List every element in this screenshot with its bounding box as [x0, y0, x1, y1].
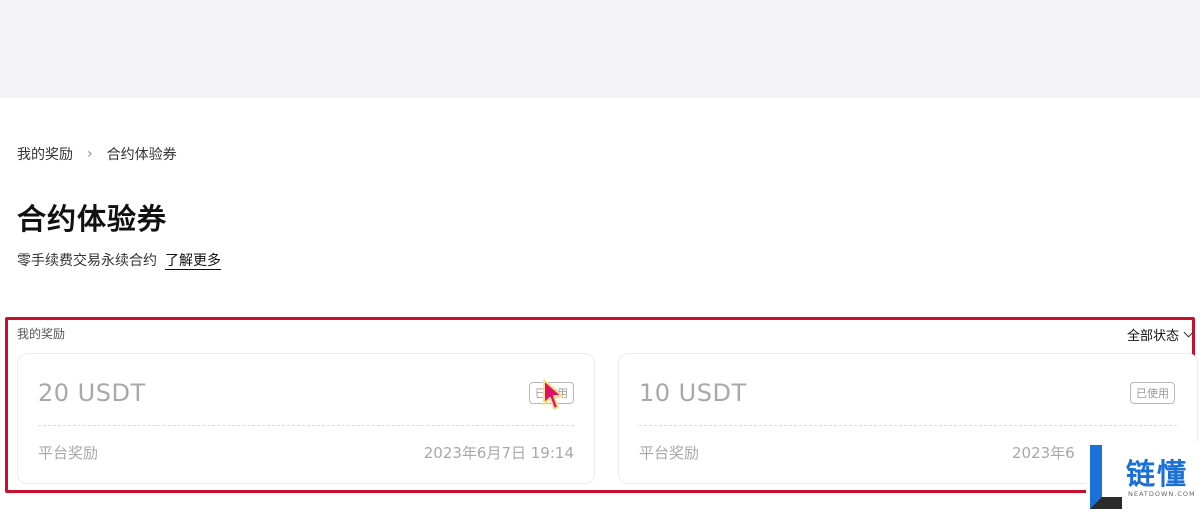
dashed-divider [38, 425, 574, 426]
breadcrumb-current: 合约体验券 [106, 147, 177, 163]
watermark-cn-text: 链懂 [1126, 457, 1189, 491]
voucher-source: 平台奖励 [38, 444, 99, 462]
mouse-cursor-icon [543, 379, 563, 410]
status-filter-dropdown[interactable]: 全部状态 [1126, 325, 1194, 344]
voucher-date: 2023年6 [1012, 444, 1075, 462]
top-header-band [0, 0, 1200, 98]
learn-more-link[interactable]: 了解更多 [165, 250, 221, 270]
voucher-source: 平台奖励 [639, 444, 700, 462]
voucher-amount: 10 USDT [639, 379, 747, 407]
voucher-amount: 20 USDT [38, 379, 146, 407]
chevron-right-icon: › [87, 146, 93, 162]
voucher-date: 2023年6月7日 19:14 [423, 444, 574, 462]
l-logo-icon [1090, 445, 1122, 509]
page-subtitle: 零手续费交易永续合约 了解更多 [17, 250, 221, 270]
breadcrumb-my-rewards-link[interactable]: 我的奖励 [17, 144, 73, 164]
watermark-logo: 链懂 NEATDOWN.COM [1086, 441, 1200, 513]
status-filter-label: 全部状态 [1126, 329, 1179, 344]
page-title: 合约体验券 [17, 202, 168, 236]
status-badge: 已使用 [1130, 382, 1175, 404]
breadcrumb: 我的奖励 › 合约体验券 [17, 144, 177, 164]
subtitle-text: 零手续费交易永续合约 [17, 253, 157, 269]
watermark-en-text: NEATDOWN.COM [1128, 490, 1196, 498]
dashed-divider [639, 425, 1177, 426]
rewards-section-label: 我的奖励 [17, 327, 66, 341]
voucher-card[interactable]: 20 USDT 已使用 平台奖励 2023年6月7日 19:14 [17, 353, 595, 484]
chevron-down-icon [1183, 327, 1194, 338]
